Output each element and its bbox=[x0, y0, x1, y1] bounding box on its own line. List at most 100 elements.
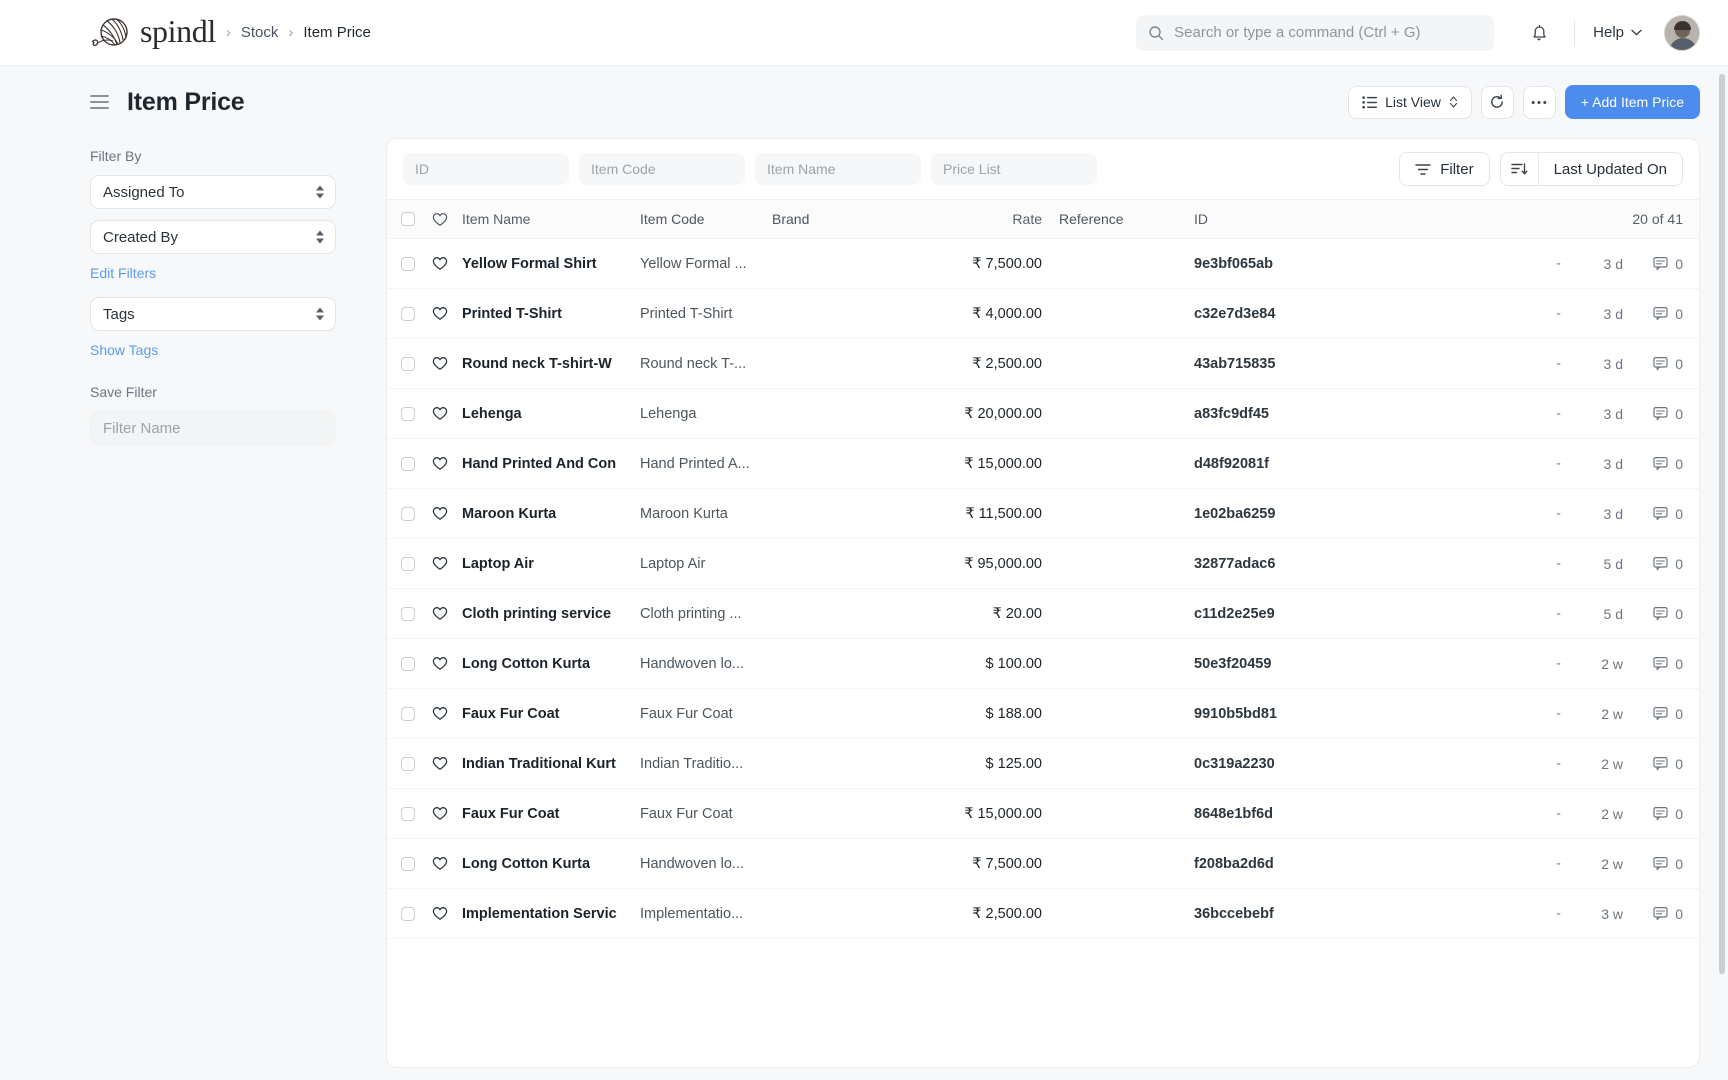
row-favorite-button[interactable] bbox=[432, 606, 449, 621]
notification-button[interactable] bbox=[1522, 16, 1556, 50]
cell-item-name[interactable]: Indian Traditional Kurt bbox=[462, 756, 640, 772]
filter-button[interactable]: Filter bbox=[1399, 152, 1489, 186]
cell-item-name[interactable]: Faux Fur Coat bbox=[462, 806, 640, 822]
cell-item-name[interactable]: Laptop Air bbox=[462, 556, 640, 572]
tags-select[interactable]: Tags bbox=[90, 297, 336, 331]
quick-filter-item-name[interactable]: Item Name bbox=[755, 153, 921, 185]
sort-field-label[interactable]: Last Updated On bbox=[1539, 153, 1682, 185]
table-row[interactable]: Printed T-Shirt Printed T-Shirt ₹ 4,000.… bbox=[387, 289, 1699, 339]
more-actions-button[interactable] bbox=[1523, 86, 1556, 119]
cell-comment-count[interactable]: 0 bbox=[1623, 906, 1683, 922]
row-select-checkbox[interactable] bbox=[401, 357, 415, 371]
quick-filter-item-code[interactable]: Item Code bbox=[579, 153, 745, 185]
table-row[interactable]: Round neck T-shirt-W Round neck T-... ₹ … bbox=[387, 339, 1699, 389]
sort-direction-button[interactable] bbox=[1501, 153, 1539, 185]
cell-item-name[interactable]: Printed T-Shirt bbox=[462, 306, 640, 322]
row-favorite-button[interactable] bbox=[432, 506, 449, 521]
show-tags-link[interactable]: Show Tags bbox=[90, 342, 336, 358]
row-favorite-button[interactable] bbox=[432, 356, 449, 371]
row-favorite-button[interactable] bbox=[432, 706, 449, 721]
cell-item-name[interactable]: Yellow Formal Shirt bbox=[462, 256, 640, 272]
help-menu-button[interactable]: Help bbox=[1593, 24, 1642, 41]
cell-comment-count[interactable]: 0 bbox=[1623, 406, 1683, 422]
table-row[interactable]: Long Cotton Kurta Handwoven lo... ₹ 7,50… bbox=[387, 839, 1699, 889]
cell-item-name[interactable]: Implementation Servic bbox=[462, 906, 640, 922]
created-by-select[interactable]: Created By bbox=[90, 220, 336, 254]
refresh-button[interactable] bbox=[1481, 86, 1514, 119]
sidebar-toggle-icon[interactable] bbox=[90, 95, 109, 109]
breadcrumb-item-item-price[interactable]: Item Price bbox=[303, 24, 371, 41]
brand-logo-link[interactable]: spindl bbox=[90, 15, 216, 50]
row-favorite-button[interactable] bbox=[432, 656, 449, 671]
cell-comment-count[interactable]: 0 bbox=[1623, 756, 1683, 772]
cell-item-name[interactable]: Cloth printing service bbox=[462, 606, 640, 622]
table-row[interactable]: Cloth printing service Cloth printing ..… bbox=[387, 589, 1699, 639]
cell-item-name[interactable]: Round neck T-shirt-W bbox=[462, 356, 640, 372]
cell-comment-count[interactable]: 0 bbox=[1623, 556, 1683, 572]
cell-item-name[interactable]: Long Cotton Kurta bbox=[462, 856, 640, 872]
row-favorite-button[interactable] bbox=[432, 406, 449, 421]
cell-comment-count[interactable]: 0 bbox=[1623, 656, 1683, 672]
table-row[interactable]: Indian Traditional Kurt Indian Traditio.… bbox=[387, 739, 1699, 789]
cell-comment-count[interactable]: 0 bbox=[1623, 356, 1683, 372]
assigned-to-select[interactable]: Assigned To bbox=[90, 175, 336, 209]
table-row[interactable]: Hand Printed And Con Hand Printed A... ₹… bbox=[387, 439, 1699, 489]
cell-comment-count[interactable]: 0 bbox=[1623, 306, 1683, 322]
list-view-button[interactable]: List View bbox=[1348, 86, 1472, 119]
row-select-checkbox[interactable] bbox=[401, 407, 415, 421]
column-header-item-name[interactable]: Item Name bbox=[462, 211, 640, 227]
row-favorite-button[interactable] bbox=[432, 456, 449, 471]
row-select-checkbox[interactable] bbox=[401, 457, 415, 471]
breadcrumb-item-stock[interactable]: Stock bbox=[241, 24, 279, 41]
column-header-item-code[interactable]: Item Code bbox=[640, 211, 772, 227]
select-all-checkbox[interactable] bbox=[401, 212, 415, 226]
add-item-price-button[interactable]: + Add Item Price bbox=[1565, 85, 1700, 119]
cell-item-name[interactable]: Hand Printed And Con bbox=[462, 456, 640, 472]
cell-item-name[interactable]: Long Cotton Kurta bbox=[462, 656, 640, 672]
row-select-checkbox[interactable] bbox=[401, 507, 415, 521]
table-row[interactable]: Lehenga Lehenga ₹ 20,000.00 a83fc9df45 -… bbox=[387, 389, 1699, 439]
row-select-checkbox[interactable] bbox=[401, 757, 415, 771]
edit-filters-link[interactable]: Edit Filters bbox=[90, 265, 336, 281]
cell-comment-count[interactable]: 0 bbox=[1623, 806, 1683, 822]
column-header-id[interactable]: ID bbox=[1172, 211, 1372, 227]
page-scrollbar[interactable] bbox=[1719, 74, 1725, 974]
row-select-checkbox[interactable] bbox=[401, 657, 415, 671]
table-row[interactable]: Yellow Formal Shirt Yellow Formal ... ₹ … bbox=[387, 239, 1699, 289]
table-row[interactable]: Implementation Servic Implementatio... ₹… bbox=[387, 889, 1699, 939]
row-favorite-button[interactable] bbox=[432, 906, 449, 921]
column-header-rate[interactable]: Rate bbox=[932, 211, 1042, 227]
quick-filter-id[interactable]: ID bbox=[403, 153, 569, 185]
row-favorite-button[interactable] bbox=[432, 556, 449, 571]
cell-item-name[interactable]: Faux Fur Coat bbox=[462, 706, 640, 722]
cell-comment-count[interactable]: 0 bbox=[1623, 856, 1683, 872]
cell-item-name[interactable]: Maroon Kurta bbox=[462, 506, 640, 522]
quick-filter-price-list[interactable]: Price List bbox=[931, 153, 1097, 185]
cell-comment-count[interactable]: 0 bbox=[1623, 506, 1683, 522]
row-favorite-button[interactable] bbox=[432, 306, 449, 321]
cell-comment-count[interactable]: 0 bbox=[1623, 706, 1683, 722]
column-header-brand[interactable]: Brand bbox=[772, 211, 932, 227]
table-row[interactable]: Faux Fur Coat Faux Fur Coat ₹ 15,000.00 … bbox=[387, 789, 1699, 839]
sort-control[interactable]: Last Updated On bbox=[1500, 152, 1683, 186]
filter-name-input[interactable]: Filter Name bbox=[90, 411, 336, 445]
row-select-checkbox[interactable] bbox=[401, 807, 415, 821]
cell-comment-count[interactable]: 0 bbox=[1623, 256, 1683, 272]
row-select-checkbox[interactable] bbox=[401, 857, 415, 871]
cell-item-name[interactable]: Lehenga bbox=[462, 406, 640, 422]
row-favorite-button[interactable] bbox=[432, 806, 449, 821]
user-avatar[interactable] bbox=[1664, 15, 1700, 51]
table-row[interactable]: Long Cotton Kurta Handwoven lo... $ 100.… bbox=[387, 639, 1699, 689]
row-favorite-button[interactable] bbox=[432, 256, 449, 271]
row-select-checkbox[interactable] bbox=[401, 907, 415, 921]
table-row[interactable]: Laptop Air Laptop Air ₹ 95,000.00 32877a… bbox=[387, 539, 1699, 589]
search-input[interactable]: Search or type a command (Ctrl + G) bbox=[1136, 15, 1494, 51]
row-select-checkbox[interactable] bbox=[401, 607, 415, 621]
cell-comment-count[interactable]: 0 bbox=[1623, 456, 1683, 472]
row-favorite-button[interactable] bbox=[432, 856, 449, 871]
row-select-checkbox[interactable] bbox=[401, 707, 415, 721]
row-select-checkbox[interactable] bbox=[401, 307, 415, 321]
cell-comment-count[interactable]: 0 bbox=[1623, 606, 1683, 622]
table-row[interactable]: Faux Fur Coat Faux Fur Coat $ 188.00 991… bbox=[387, 689, 1699, 739]
table-row[interactable]: Maroon Kurta Maroon Kurta ₹ 11,500.00 1e… bbox=[387, 489, 1699, 539]
